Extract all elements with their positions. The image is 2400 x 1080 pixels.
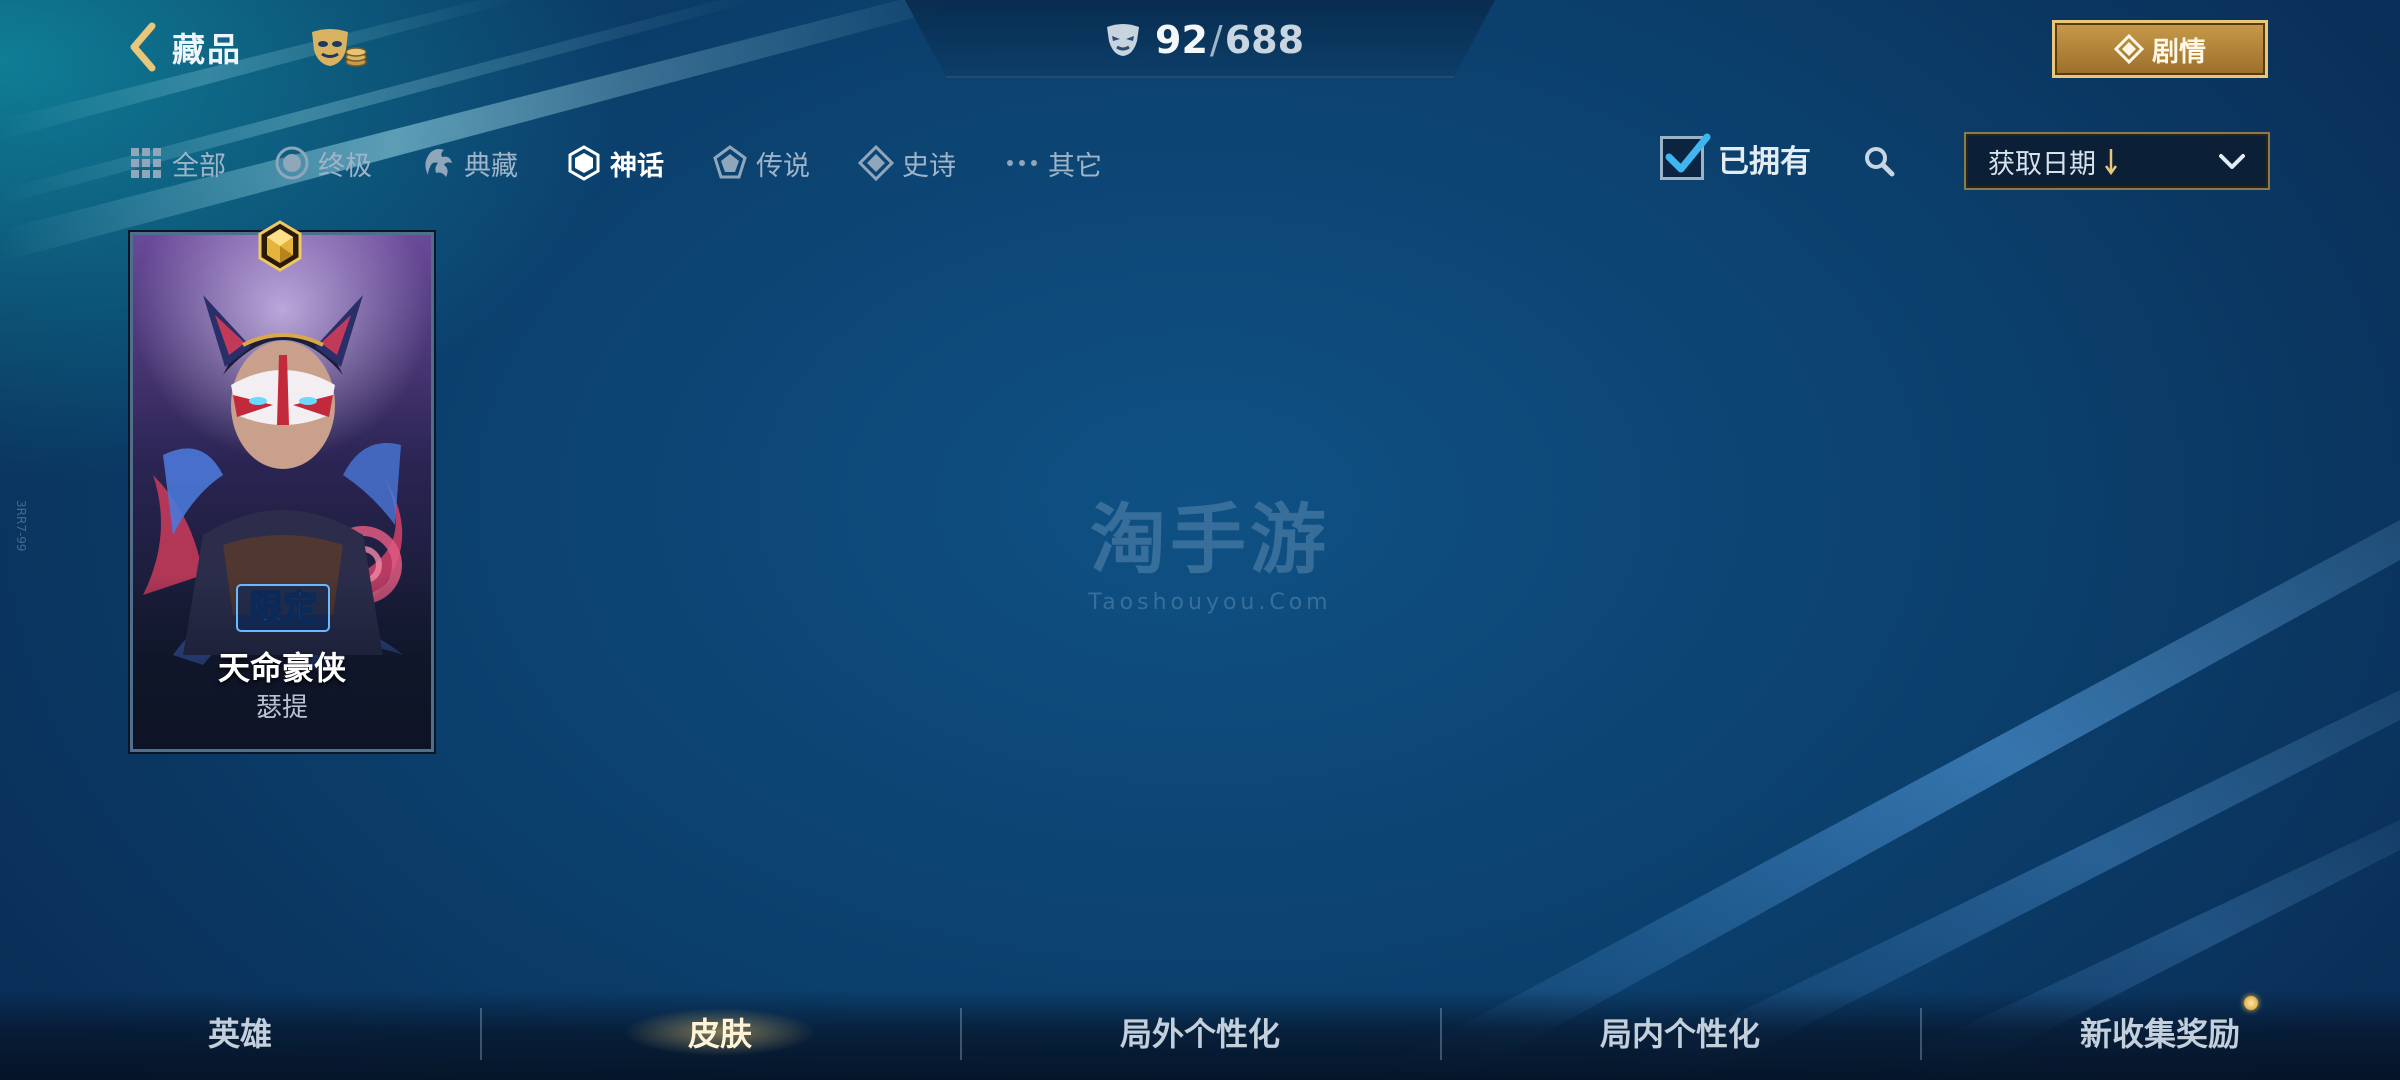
rarity-filter-bar: 全部 终极 典藏 神话 传说 史诗 其它 xyxy=(128,140,1150,186)
tab-label: 皮肤 xyxy=(687,1015,752,1053)
filter-epic[interactable]: 史诗 xyxy=(858,144,956,183)
filter-label: 其它 xyxy=(1048,150,1102,182)
sort-dropdown[interactable]: 获取日期 xyxy=(1964,132,2270,190)
tab-label: 英雄 xyxy=(207,1015,272,1053)
filter-label: 传说 xyxy=(756,150,810,182)
story-diamond-icon xyxy=(2114,34,2144,64)
watermark-main: 淘手游 xyxy=(1090,495,1330,584)
skin-card[interactable]: 限定 天命豪侠 瑟提 xyxy=(130,232,434,752)
chevron-left-icon xyxy=(130,22,156,72)
chevron-down-icon xyxy=(2219,154,2245,169)
filter-collector[interactable]: 典藏 xyxy=(420,144,518,183)
filter-label: 典藏 xyxy=(464,150,518,182)
filter-label: 神话 xyxy=(610,150,664,182)
filter-mythic[interactable]: 神话 xyxy=(566,144,664,183)
owned-filter-toggle[interactable]: 已拥有 xyxy=(1660,133,1811,182)
edge-id-text: 3RR7-99 xyxy=(14,500,28,552)
story-label: 剧情 xyxy=(2152,36,2206,68)
checkmark-icon xyxy=(1665,133,1711,173)
filter-label: 终极 xyxy=(318,150,372,182)
tab-new-collection-rewards[interactable]: 新收集奖励 xyxy=(1920,1004,2400,1060)
grid-icon xyxy=(131,148,161,178)
collection-count: 92 / 688 xyxy=(1105,18,1304,62)
more-dots-icon xyxy=(1007,160,1037,166)
story-button[interactable]: 剧情 xyxy=(2052,20,2268,78)
new-notification-dot xyxy=(2244,996,2258,1010)
filter-all[interactable]: 全部 xyxy=(128,144,226,183)
owned-filter-label: 已拥有 xyxy=(1718,143,1811,180)
limited-badge-text: 限定 xyxy=(249,588,317,628)
pentagon-icon xyxy=(713,145,747,179)
mask-coins-icon[interactable] xyxy=(310,26,368,72)
search-icon[interactable] xyxy=(1862,144,1896,178)
tab-label: 局内个性化 xyxy=(1599,1015,1760,1053)
dragon-icon xyxy=(425,149,452,177)
tab-label: 新收集奖励 xyxy=(2079,1015,2240,1053)
mythic-gem-icon xyxy=(258,220,302,272)
back-button[interactable]: 藏品 xyxy=(128,22,242,72)
total-count: 688 xyxy=(1224,18,1305,62)
owned-checkbox[interactable] xyxy=(1660,133,1711,180)
sort-descending-icon xyxy=(2104,149,2118,176)
diamond-icon xyxy=(858,145,894,181)
tab-outgame-customization[interactable]: 局外个性化 xyxy=(960,1004,1440,1060)
hero-name: 瑟提 xyxy=(255,693,308,723)
tab-ingame-customization[interactable]: 局内个性化 xyxy=(1440,1004,1920,1060)
filter-other[interactable]: 其它 xyxy=(1004,144,1102,183)
tab-skins[interactable]: 皮肤 xyxy=(480,1004,960,1060)
page-title: 藏品 xyxy=(172,30,242,69)
filter-label: 全部 xyxy=(172,150,226,182)
limited-badge: 限定 xyxy=(236,584,330,632)
mask-icon xyxy=(1107,24,1139,56)
filter-label: 史诗 xyxy=(902,150,956,182)
count-separator: / xyxy=(1209,18,1223,62)
watermark-sub: Taoshouyou.Com xyxy=(1088,590,1332,615)
owned-count: 92 xyxy=(1155,18,1208,62)
tab-heroes[interactable]: 英雄 xyxy=(0,1004,480,1060)
ultimate-icon xyxy=(275,146,309,180)
tab-label: 局外个性化 xyxy=(1119,1015,1280,1053)
sort-label: 获取日期 xyxy=(1988,148,2096,180)
skin-name: 天命豪侠 xyxy=(217,649,346,687)
collection-screen: 藏品 92 / 688 剧情 全部 终极 典藏 神话 传说 史诗 其它 已拥有 … xyxy=(0,0,2400,1080)
watermark: 淘手游 Taoshouyou.Com xyxy=(1060,478,1360,615)
filter-ultimate[interactable]: 终极 xyxy=(274,144,372,183)
filter-legendary[interactable]: 传说 xyxy=(712,144,810,183)
hexagon-icon xyxy=(568,145,600,181)
